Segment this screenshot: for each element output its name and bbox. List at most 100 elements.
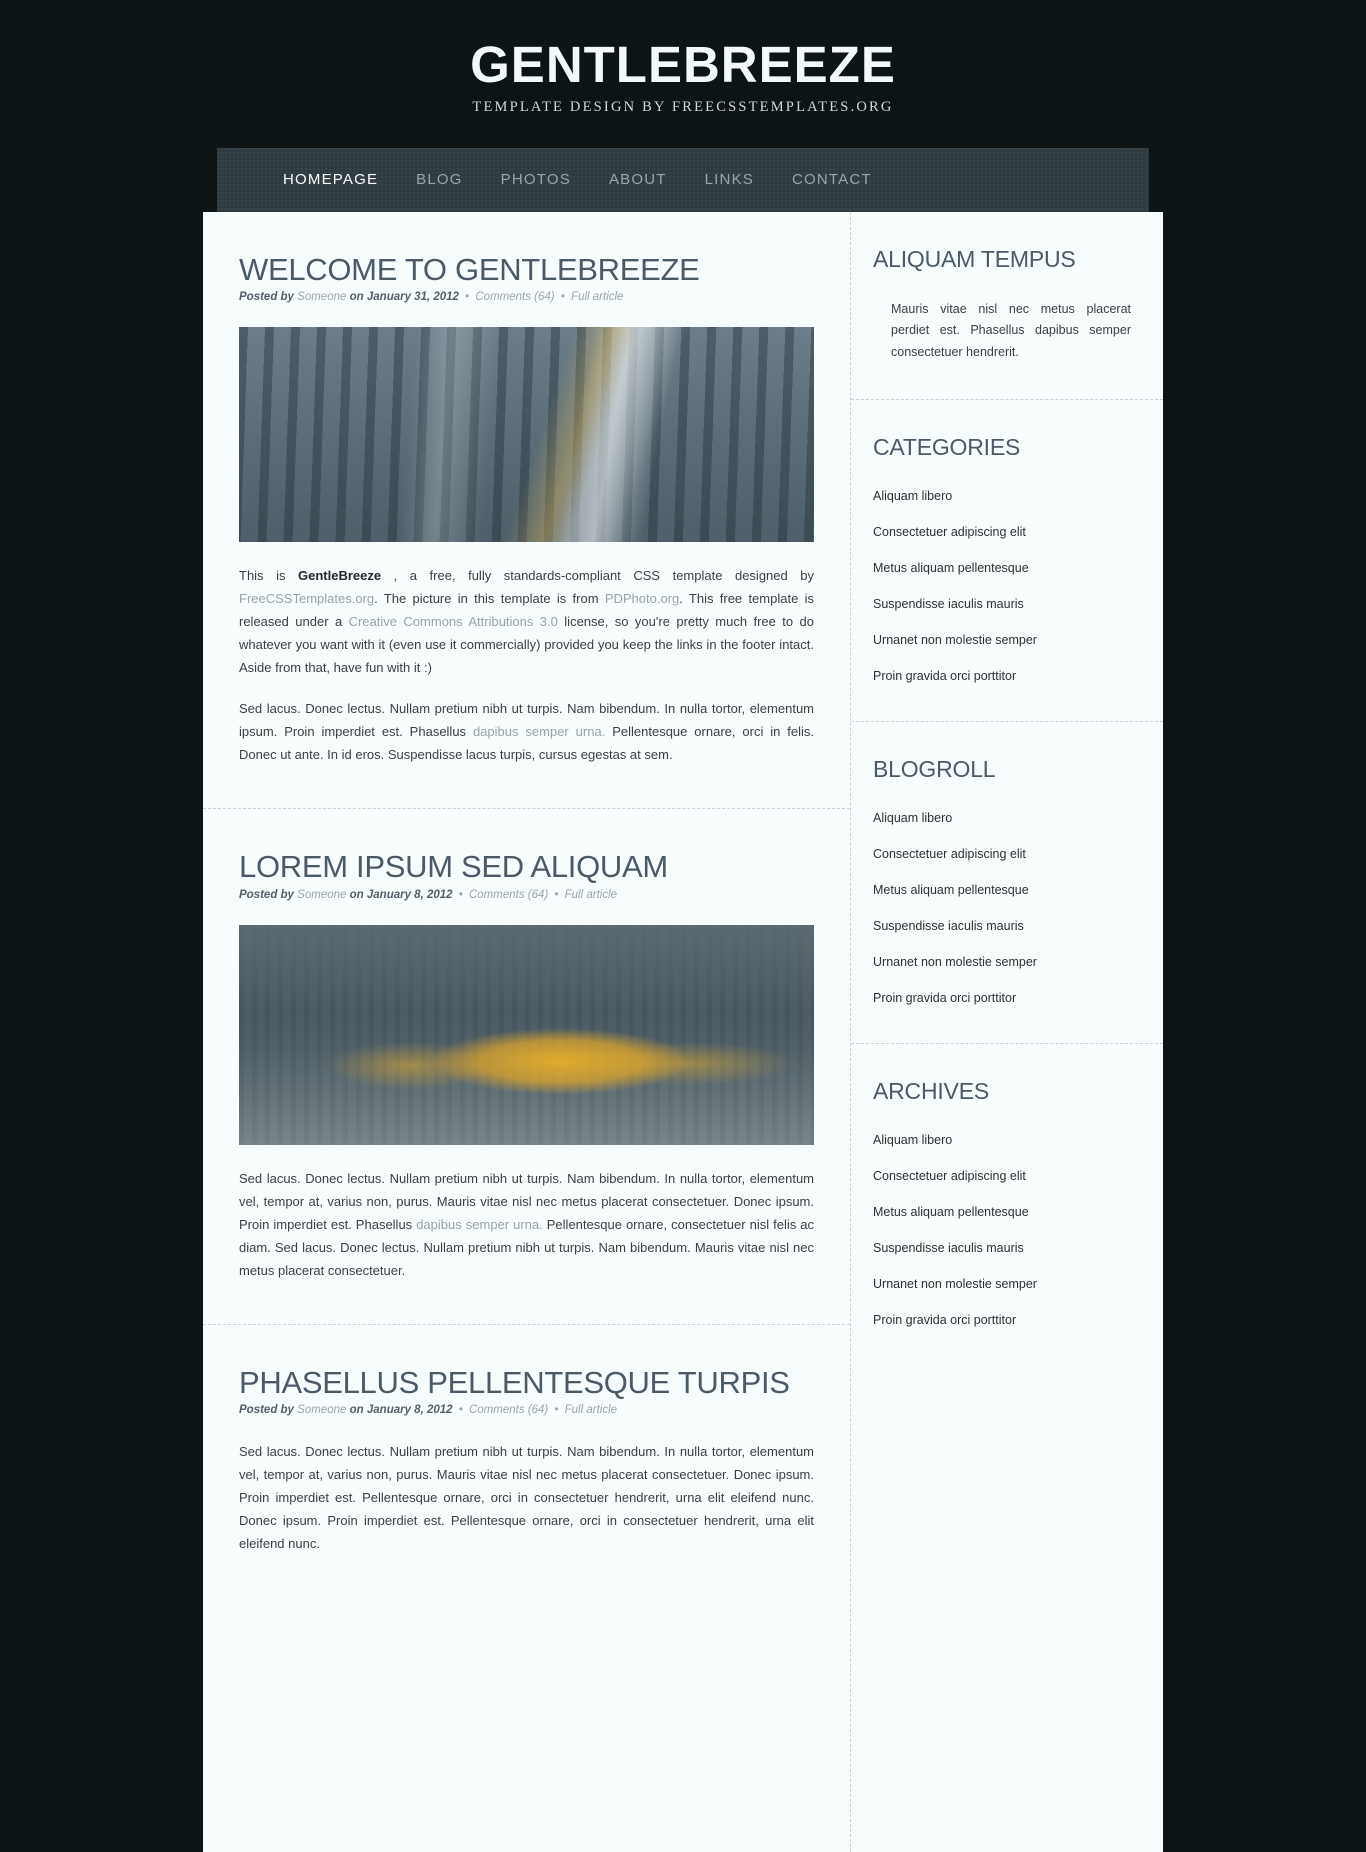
- sidebar-title: ARCHIVES: [873, 1078, 989, 1105]
- meta-separator: •: [557, 291, 569, 304]
- sidebar-link[interactable]: Metus aliquam pellentesque: [873, 883, 1029, 897]
- sidebar-link[interactable]: Urnanet non molestie semper: [873, 955, 1037, 969]
- nav-list: HOMEPAGE BLOG PHOTOS ABOUT LINKS CONTACT: [241, 148, 1125, 212]
- posted-by-label: Posted by: [239, 1404, 294, 1417]
- sidebar-box-archives: ARCHIVES Aliquam libero Consectetuer adipi…: [851, 1044, 1163, 1365]
- ribbon-wing-right: [1125, 147, 1149, 212]
- sidebar-link[interactable]: Consectetuer adipiscing elit: [873, 847, 1026, 861]
- ribbon-wing-left: [217, 147, 241, 212]
- sidebar-box-blogroll: BLOGROLL Aliquam libero Consectetuer adipi…: [851, 722, 1163, 1045]
- list-item[interactable]: Consectetuer adipiscing elit: [873, 1167, 1133, 1185]
- post-title[interactable]: WELCOME TO GENTLEBREEZE: [239, 252, 814, 288]
- post-title[interactable]: LOREM IPSUM SED ALIQUAM: [239, 849, 814, 885]
- sidebar-link[interactable]: Aliquam libero: [873, 489, 952, 503]
- meta-separator: •: [461, 291, 473, 304]
- dapibus-link[interactable]: dapibus semper urna.: [416, 1217, 543, 1232]
- post-comments-link[interactable]: Comments (64): [469, 1404, 548, 1416]
- sidebar-list: Aliquam libero Consectetuer adipiscing el…: [873, 809, 1133, 1007]
- meta-separator: •: [551, 888, 562, 901]
- nav-link-links[interactable]: LINKS: [705, 148, 792, 212]
- full-article-link[interactable]: Full article: [571, 291, 623, 303]
- list-item[interactable]: Aliquam libero: [873, 1131, 1133, 1149]
- post-meta: Posted by Someone on January 8, 2012 • C…: [239, 889, 814, 901]
- sidebar-box-categories: CATEGORIES Aliquam libero Consectetuer adi…: [851, 400, 1163, 723]
- sidebar-link[interactable]: Metus aliquam pellentesque: [873, 1205, 1029, 1219]
- sidebar-box-aliquam-tempus: ALIQUAM TEMPUS Mauris vitae nisl nec metu…: [851, 212, 1163, 401]
- post-image: [239, 327, 814, 543]
- sidebar-link[interactable]: Consectetuer adipiscing elit: [873, 525, 1026, 539]
- sidebar-link[interactable]: Proin gravida orci porttitor: [873, 991, 1016, 1005]
- list-item[interactable]: Urnanet non molestie semper: [873, 1275, 1133, 1293]
- post-title[interactable]: PHASELLUS PELLENTESQUE TURPIS: [239, 1365, 814, 1401]
- full-article-link[interactable]: Full article: [565, 1404, 617, 1416]
- post-comments-link[interactable]: Comments (64): [475, 291, 554, 303]
- list-item[interactable]: Metus aliquam pellentesque: [873, 881, 1133, 899]
- meta-separator: •: [455, 1404, 466, 1417]
- sidebar-link[interactable]: Suspendisse iaculis mauris: [873, 919, 1024, 933]
- meta-separator: •: [551, 1404, 562, 1417]
- sidebar-link[interactable]: Urnanet non molestie semper: [873, 633, 1037, 647]
- post-author[interactable]: Someone: [297, 1404, 346, 1416]
- list-item[interactable]: Proin gravida orci porttitor: [873, 667, 1133, 685]
- list-item[interactable]: Aliquam libero: [873, 809, 1133, 827]
- sidebar-list: Aliquam libero Consectetuer adipiscing el…: [873, 1131, 1133, 1329]
- list-item[interactable]: Urnanet non molestie semper: [873, 631, 1133, 649]
- page-container: WELCOME TO GENTLEBREEZE Posted by Someone…: [203, 211, 1163, 1852]
- list-item[interactable]: Proin gravida orci porttitor: [873, 1311, 1133, 1329]
- nav-link-about[interactable]: ABOUT: [609, 148, 705, 212]
- sidebar-link[interactable]: Suspendisse iaculis mauris: [873, 1241, 1024, 1255]
- post-comments-link[interactable]: Comments (64): [469, 889, 548, 901]
- post-paragraph: Sed lacus. Donec lectus. Nullam pretium …: [239, 701, 815, 763]
- on-label: on: [349, 888, 364, 901]
- nav-item-contact[interactable]: CONTACT: [792, 148, 910, 212]
- list-item[interactable]: Consectetuer adipiscing elit: [873, 523, 1133, 541]
- full-article-link[interactable]: Full article: [565, 889, 617, 901]
- nav-link-homepage[interactable]: HOMEPAGE: [283, 148, 416, 212]
- nav-item-photos[interactable]: PHOTOS: [501, 148, 609, 212]
- pdphoto-link[interactable]: PDPhoto.org: [605, 591, 679, 606]
- main-navigation: HOMEPAGE BLOG PHOTOS ABOUT LINKS CONTACT: [241, 147, 1125, 212]
- nav-item-about[interactable]: ABOUT: [609, 148, 705, 212]
- list-item[interactable]: Suspendisse iaculis mauris: [873, 1239, 1133, 1257]
- post-author[interactable]: Someone: [297, 291, 346, 303]
- sidebar-link[interactable]: Proin gravida orci porttitor: [873, 669, 1016, 683]
- sidebar-list: Aliquam libero Consectetuer adipiscing el…: [873, 487, 1133, 685]
- sidebar-link[interactable]: Aliquam libero: [873, 1133, 952, 1147]
- sidebar-link[interactable]: Urnanet non molestie semper: [873, 1277, 1037, 1291]
- list-item[interactable]: Suspendisse iaculis mauris: [873, 595, 1133, 613]
- list-item[interactable]: Proin gravida orci porttitor: [873, 989, 1133, 1007]
- on-label: on: [349, 291, 364, 304]
- list-item[interactable]: Metus aliquam pellentesque: [873, 559, 1133, 577]
- nav-item-links[interactable]: LINKS: [705, 148, 792, 212]
- list-item[interactable]: Urnanet non molestie semper: [873, 953, 1133, 971]
- freecsstemplates-link[interactable]: FreeCSSTemplates.org: [239, 591, 374, 606]
- post-body: Sed lacus. Donec lectus. Nullam pretium …: [239, 1440, 814, 1555]
- dapibus-link[interactable]: dapibus semper urna.: [473, 724, 605, 739]
- post-meta: Posted by Someone on January 31, 2012 • …: [239, 291, 814, 303]
- list-item[interactable]: Metus aliquam pellentesque: [873, 1203, 1133, 1221]
- nav-link-contact[interactable]: CONTACT: [792, 148, 910, 212]
- sidebar-link[interactable]: Proin gravida orci porttitor: [873, 1313, 1016, 1327]
- post: LOREM IPSUM SED ALIQUAM Posted by Someone…: [203, 809, 850, 1325]
- sidebar-link[interactable]: Aliquam libero: [873, 811, 952, 825]
- creative-commons-link[interactable]: Creative Commons Attributions 3.0: [349, 614, 558, 629]
- sidebar-title: ALIQUAM TEMPUS: [873, 245, 1076, 272]
- post-date: January 8, 2012: [366, 888, 453, 901]
- list-item[interactable]: Aliquam libero: [873, 487, 1133, 505]
- nav-link-photos[interactable]: PHOTOS: [501, 148, 609, 212]
- sidebar-title: CATEGORIES: [873, 434, 1021, 461]
- list-item[interactable]: Suspendisse iaculis mauris: [873, 917, 1133, 935]
- post-paragraph: Sed lacus. Donec lectus. Nullam pretium …: [239, 1170, 814, 1278]
- post-date: January 8, 2012: [366, 1404, 453, 1417]
- sidebar-link[interactable]: Consectetuer adipiscing elit: [873, 1169, 1026, 1183]
- post-meta: Posted by Someone on January 8, 2012 • C…: [239, 1404, 814, 1416]
- nav-item-homepage[interactable]: HOMEPAGE: [283, 148, 416, 212]
- post: PHASELLUS PELLENTESQUE TURPIS Posted by S…: [203, 1325, 850, 1598]
- nav-item-blog[interactable]: BLOG: [416, 148, 500, 212]
- sidebar-link[interactable]: Suspendisse iaculis mauris: [873, 597, 1024, 611]
- sidebar-link[interactable]: Metus aliquam pellentesque: [873, 561, 1029, 575]
- list-item[interactable]: Consectetuer adipiscing elit: [873, 845, 1133, 863]
- nav-link-blog[interactable]: BLOG: [416, 148, 500, 212]
- meta-separator: •: [455, 888, 466, 901]
- post-author[interactable]: Someone: [297, 889, 346, 901]
